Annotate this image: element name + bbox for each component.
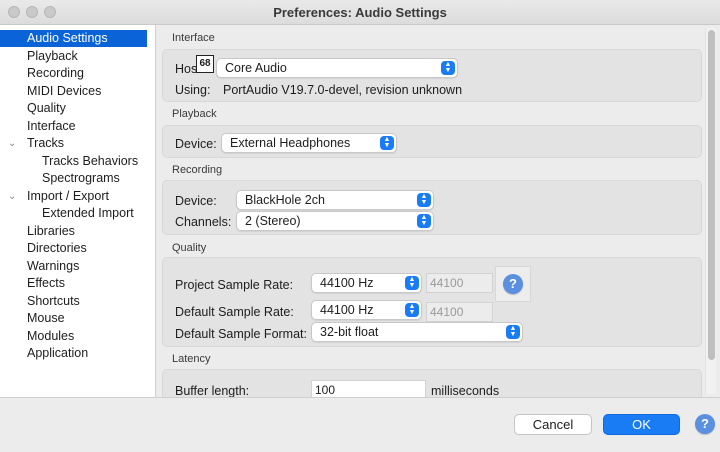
dialog-footer: Cancel OK ? — [0, 397, 720, 452]
default-rate-label: Default Sample Rate: — [175, 305, 294, 319]
quality-section-title: Quality — [172, 242, 207, 254]
sidebar-item-interface[interactable]: Interface — [0, 118, 147, 135]
project-rate-label: Project Sample Rate: — [175, 278, 294, 292]
playback-device-value: External Headphones — [230, 136, 351, 150]
sidebar-item-label: MIDI Devices — [27, 84, 102, 98]
sidebar-item-quality[interactable]: Quality — [0, 100, 147, 117]
sidebar-item-warnings[interactable]: Warnings — [0, 258, 147, 275]
sidebar-item-label: Directories — [27, 241, 87, 255]
sidebar-item-label: Warnings — [27, 259, 80, 273]
default-rate-input[interactable]: 44100 — [426, 302, 493, 322]
buffer-length-input[interactable]: 100 — [311, 380, 426, 397]
stepper-arrows-icon: ▲ ▼ — [405, 276, 419, 290]
default-format-label: Default Sample Format: — [175, 327, 307, 341]
sidebar-item-label: Application — [27, 346, 89, 360]
host-select[interactable]: Core Audio ▲ ▼ — [216, 58, 458, 78]
sidebar-item-label: Interface — [27, 119, 76, 133]
sidebar-item-mouse[interactable]: Mouse — [0, 310, 147, 327]
window-title: Preferences: Audio Settings — [273, 5, 447, 20]
playback-section-title: Playback — [172, 108, 217, 120]
chevron-down-icon[interactable]: ⌄ — [8, 135, 16, 152]
title-bar: Preferences: Audio Settings — [0, 0, 720, 25]
interface-section-title: Interface — [172, 32, 215, 44]
vertical-scrollbar[interactable] — [705, 28, 716, 394]
sidebar-item-application[interactable]: Application — [0, 345, 147, 362]
recording-section-title: Recording — [172, 164, 223, 176]
sidebar-item-extended-import[interactable]: Extended Import — [0, 205, 147, 222]
using-value: PortAudio V19.7.0-devel, revision unknow… — [223, 83, 463, 97]
stepper-arrows-icon: ▲ ▼ — [405, 303, 419, 317]
stepper-arrows-icon: ▲ ▼ — [506, 325, 520, 339]
sidebar-item-label: Import / Export — [27, 189, 109, 203]
sidebar-item-playback[interactable]: Playback — [0, 48, 147, 65]
using-label: Using: — [175, 83, 211, 97]
ok-button[interactable]: OK — [603, 414, 680, 435]
sidebar-item-label: Playback — [27, 49, 78, 63]
recording-group: Device: BlackHole 2ch ▲ ▼ Channels: 2 (St… — [162, 180, 702, 235]
project-rate-select[interactable]: 44100 Hz ▲ ▼ — [311, 273, 422, 293]
channels-value: 2 (Stereo) — [245, 214, 301, 228]
project-rate-input[interactable]: 44100 — [426, 273, 493, 293]
sidebar-item-label: Extended Import — [42, 206, 134, 220]
host-label: Hos — [175, 62, 198, 76]
latency-group: Buffer length: 100 milliseconds — [162, 369, 702, 397]
help-button-frame: ? — [495, 266, 531, 302]
playback-device-select[interactable]: External Headphones ▲ ▼ — [221, 133, 397, 153]
preferences-sidebar: Audio Settings Playback Recording MIDI D… — [0, 25, 156, 397]
quality-group: Project Sample Rate: 44100 Hz ▲ ▼ 44100 ?… — [162, 257, 702, 347]
sidebar-item-label: Modules — [27, 329, 75, 343]
host-select-value: Core Audio — [225, 61, 287, 75]
default-rate-value: 44100 Hz — [320, 303, 374, 317]
default-rate-select[interactable]: 44100 Hz ▲ ▼ — [311, 300, 422, 320]
stepper-arrows-icon: ▲ ▼ — [441, 61, 455, 75]
sidebar-item-label: Effects — [27, 276, 65, 290]
channels-label: Channels: — [175, 215, 232, 229]
chevron-down-icon[interactable]: ⌄ — [8, 188, 16, 205]
default-format-select[interactable]: 32-bit float ▲ ▼ — [311, 322, 523, 342]
sidebar-item-label: Libraries — [27, 224, 75, 238]
sidebar-item-tracks-behaviors[interactable]: Tracks Behaviors — [0, 153, 147, 170]
stepper-arrows-icon: ▲ ▼ — [380, 136, 394, 150]
stepper-arrows-icon: ▲ ▼ — [417, 214, 431, 228]
recording-device-value: BlackHole 2ch — [245, 193, 325, 207]
sidebar-item-modules[interactable]: Modules — [0, 328, 147, 345]
sidebar-item-label: Tracks Behaviors — [42, 154, 139, 168]
sidebar-item-label: Recording — [27, 66, 84, 80]
sidebar-item-shortcuts[interactable]: Shortcuts — [0, 293, 147, 310]
project-rate-value: 44100 Hz — [320, 276, 374, 290]
sidebar-item-libraries[interactable]: Libraries — [0, 223, 147, 240]
sidebar-item-label: Quality — [27, 101, 66, 115]
sidebar-item-directories[interactable]: Directories — [0, 240, 147, 257]
recording-device-select[interactable]: BlackHole 2ch ▲ ▼ — [236, 190, 434, 210]
channels-select[interactable]: 2 (Stereo) ▲ ▼ — [236, 211, 434, 231]
sidebar-item-effects[interactable]: Effects — [0, 275, 147, 292]
sidebar-item-label: Shortcuts — [27, 294, 80, 308]
sidebar-item-recording[interactable]: Recording — [0, 65, 147, 82]
buffer-unit-label: milliseconds — [431, 384, 500, 397]
scrollbar-thumb[interactable] — [708, 30, 715, 360]
cancel-button[interactable]: Cancel — [514, 414, 592, 435]
settings-panel: Interface Hos Core Audio ▲ ▼ Using: PortA… — [157, 25, 720, 397]
sidebar-item-label: Audio Settings — [27, 31, 108, 45]
buffer-length-label: Buffer length: — [175, 384, 250, 397]
sidebar-item-tracks[interactable]: ⌄ Tracks — [0, 135, 147, 152]
recording-device-label: Device: — [175, 194, 217, 208]
playback-group: Device: External Headphones ▲ ▼ — [162, 125, 702, 158]
stepper-arrows-icon: ▲ ▼ — [417, 193, 431, 207]
help-icon[interactable]: ? — [503, 274, 523, 294]
annotation-badge: 68 — [196, 55, 214, 73]
sidebar-item-spectrograms[interactable]: Spectrograms — [0, 170, 147, 187]
help-icon[interactable]: ? — [695, 414, 715, 434]
sidebar-item-label: Spectrograms — [42, 171, 120, 185]
interface-group: Hos Core Audio ▲ ▼ Using: PortAudio V19.7… — [162, 49, 702, 102]
sidebar-item-label: Mouse — [27, 311, 65, 325]
sidebar-item-import-export[interactable]: ⌄ Import / Export — [0, 188, 147, 205]
latency-section-title: Latency — [172, 353, 211, 365]
default-format-value: 32-bit float — [320, 325, 379, 339]
sidebar-item-audio-settings[interactable]: Audio Settings — [0, 30, 147, 47]
sidebar-item-midi-devices[interactable]: MIDI Devices — [0, 83, 147, 100]
sidebar-item-label: Tracks — [27, 136, 65, 150]
playback-device-label: Device: — [175, 137, 217, 151]
